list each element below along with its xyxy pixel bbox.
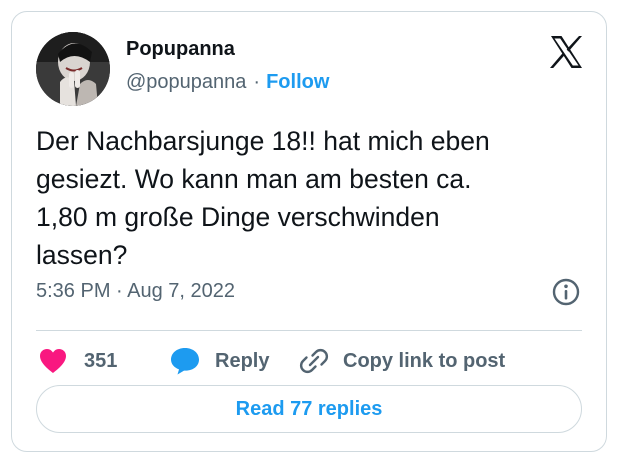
author-handle-row: @popupanna · Follow — [126, 71, 329, 94]
reply-label: Reply — [215, 349, 270, 372]
read-replies-button[interactable]: Read 77 replies — [36, 385, 582, 433]
follow-link[interactable]: Follow — [266, 71, 329, 93]
reply-button[interactable]: Reply — [169, 340, 269, 382]
like-button[interactable]: 351 — [38, 340, 117, 382]
x-logo-icon[interactable] — [548, 34, 584, 70]
avatar[interactable] — [36, 32, 110, 106]
read-replies-label: Read 77 replies — [235, 397, 383, 420]
tweet-text: Der Nachbarsjunge 18!! hat mich eben ges… — [36, 126, 490, 270]
handle-separator: · — [253, 71, 261, 93]
author-display-name[interactable]: Popupanna — [126, 38, 235, 61]
author-handle[interactable]: @popupanna — [126, 71, 246, 93]
speech-bubble-icon — [171, 348, 199, 375]
avatar-image — [36, 32, 110, 106]
divider — [36, 330, 582, 331]
like-count: 351 — [84, 349, 118, 372]
copy-link-label: Copy link to post — [343, 349, 506, 372]
heart-icon — [40, 349, 66, 373]
tweet-card: Popupanna @popupanna · Follow Der Nachbars… — [11, 11, 607, 452]
tweet-timestamp[interactable]: 5:36 PM · Aug 7, 2022 — [36, 280, 235, 303]
link-icon — [299, 348, 329, 374]
info-icon[interactable] — [551, 277, 581, 307]
copy-link-button[interactable]: Copy link to post — [299, 340, 505, 382]
